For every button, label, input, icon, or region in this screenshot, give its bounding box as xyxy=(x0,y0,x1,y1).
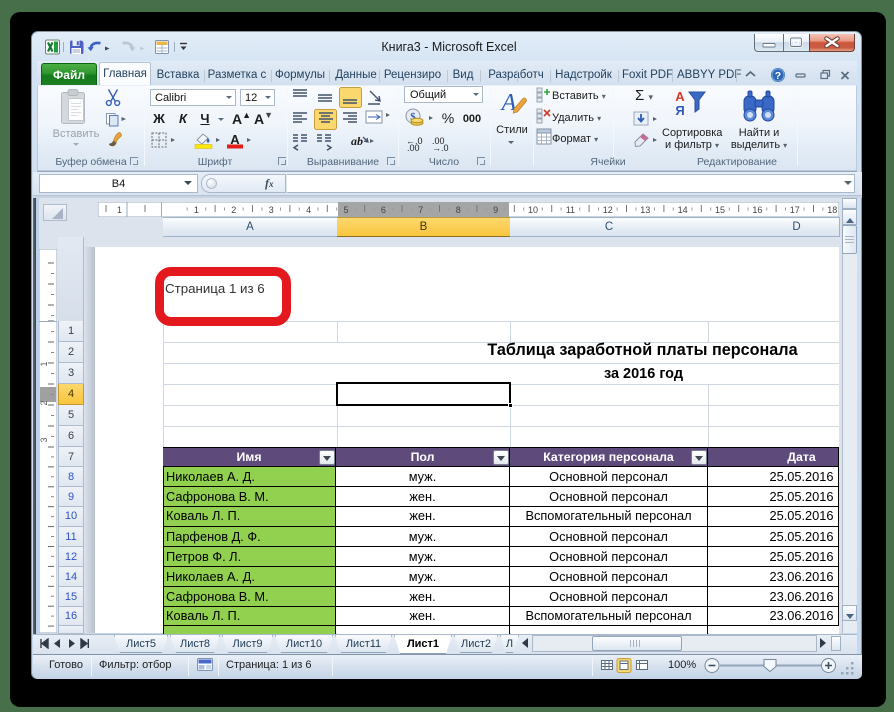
svg-text:А: А xyxy=(675,89,685,104)
svg-text:ab: ab xyxy=(351,134,363,148)
svg-text:2: 2 xyxy=(231,205,236,215)
svg-text:16: 16 xyxy=(752,205,762,215)
svg-text:12: 12 xyxy=(603,205,613,215)
svg-text:10: 10 xyxy=(528,205,538,215)
svg-text:14: 14 xyxy=(678,205,688,215)
svg-text:%: % xyxy=(442,110,454,126)
svg-text:1: 1 xyxy=(39,361,49,366)
svg-text:5: 5 xyxy=(343,205,348,215)
svg-text:1: 1 xyxy=(117,205,122,215)
svg-text:7: 7 xyxy=(418,205,423,215)
svg-text:11: 11 xyxy=(566,205,575,215)
svg-text:000: 000 xyxy=(463,113,481,125)
svg-text:→.0: →.0 xyxy=(432,143,449,152)
svg-text:18: 18 xyxy=(827,205,837,215)
svg-text:15: 15 xyxy=(715,205,725,215)
svg-text:6: 6 xyxy=(381,205,386,215)
svg-text:8: 8 xyxy=(456,205,461,215)
svg-text:?: ? xyxy=(775,70,781,82)
svg-text:1: 1 xyxy=(194,205,199,215)
svg-text:9: 9 xyxy=(493,205,498,215)
svg-text:.00: .00 xyxy=(407,143,420,152)
svg-text:2: 2 xyxy=(39,400,49,405)
svg-text:3: 3 xyxy=(269,205,274,215)
svg-text:Я: Я xyxy=(675,103,684,118)
svg-text:17: 17 xyxy=(790,205,800,215)
svg-text:13: 13 xyxy=(640,205,650,215)
svg-text:3: 3 xyxy=(39,437,49,442)
svg-text:4: 4 xyxy=(306,205,311,215)
